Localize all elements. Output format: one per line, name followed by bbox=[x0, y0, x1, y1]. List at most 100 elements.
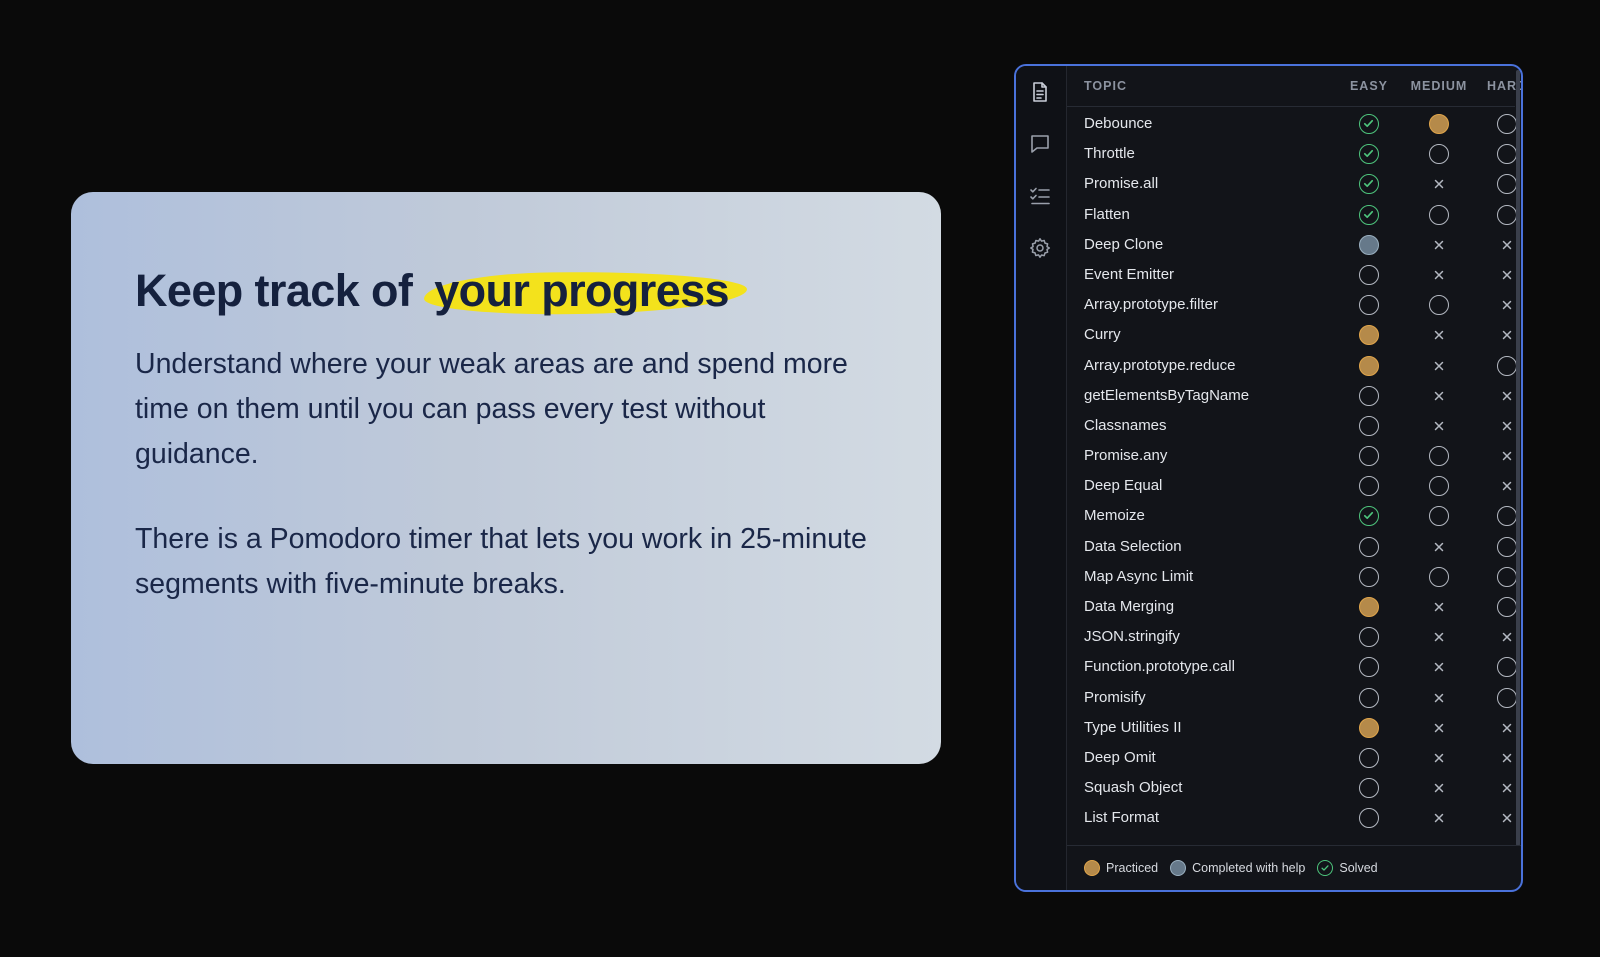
easy-not-started-circle-icon[interactable] bbox=[1359, 566, 1379, 587]
hard-not-started-circle-icon[interactable] bbox=[1497, 536, 1517, 557]
easy-not-started-circle-icon[interactable] bbox=[1359, 415, 1379, 436]
table-row[interactable]: Deep Omit bbox=[1067, 743, 1515, 773]
topic-name[interactable]: Flatten bbox=[1084, 206, 1130, 223]
table-row[interactable]: Event Emitter bbox=[1067, 260, 1515, 290]
topic-name[interactable]: Classnames bbox=[1084, 417, 1167, 434]
easy-practiced-status-icon[interactable] bbox=[1359, 355, 1379, 376]
table-row[interactable]: Deep Equal bbox=[1067, 471, 1515, 501]
medium-not-started-circle-icon[interactable] bbox=[1429, 295, 1449, 316]
easy-practiced-status-icon[interactable] bbox=[1359, 597, 1379, 617]
easy-not-started-circle-icon[interactable] bbox=[1359, 264, 1379, 285]
medium-unavailable-x-icon bbox=[1429, 778, 1449, 798]
easy-not-started-circle-icon[interactable] bbox=[1359, 627, 1379, 648]
topic-name[interactable]: Event Emitter bbox=[1084, 266, 1174, 283]
table-row[interactable]: Throttle bbox=[1067, 139, 1517, 169]
document-icon[interactable] bbox=[1028, 80, 1052, 104]
hard-not-started-circle-icon[interactable] bbox=[1497, 204, 1517, 225]
medium-not-started-circle-icon[interactable] bbox=[1429, 566, 1449, 587]
easy-practiced-status-icon[interactable] bbox=[1359, 717, 1379, 738]
gear-icon[interactable] bbox=[1028, 236, 1052, 260]
topic-name[interactable]: Function.prototype.call bbox=[1084, 658, 1235, 675]
table-row[interactable]: Array.prototype.reduce bbox=[1067, 351, 1517, 381]
easy-solved-check-icon[interactable] bbox=[1359, 506, 1379, 527]
topic-name[interactable]: Deep Clone bbox=[1084, 236, 1163, 253]
hard-not-started-circle-icon[interactable] bbox=[1497, 597, 1517, 617]
table-row[interactable]: Memoize bbox=[1067, 501, 1517, 531]
hard-not-started-circle-icon[interactable] bbox=[1497, 506, 1517, 527]
table-row[interactable]: Data Selection bbox=[1067, 532, 1517, 562]
easy-solved-check-icon[interactable] bbox=[1359, 114, 1379, 134]
table-row[interactable]: Array.prototype.filter bbox=[1067, 290, 1515, 320]
topic-name[interactable]: Curry bbox=[1084, 326, 1121, 343]
checklist-icon[interactable] bbox=[1028, 184, 1052, 208]
topic-name[interactable]: Data Selection bbox=[1084, 538, 1182, 555]
topic-name[interactable]: Promisify bbox=[1084, 689, 1146, 706]
header-easy: EASY bbox=[1349, 79, 1389, 93]
easy-practiced-status-icon[interactable] bbox=[1359, 325, 1379, 346]
easy-not-started-circle-icon[interactable] bbox=[1359, 476, 1379, 497]
table-row[interactable]: Deep Clone bbox=[1067, 230, 1515, 260]
medium-not-started-circle-icon[interactable] bbox=[1429, 144, 1449, 165]
table-row[interactable]: Type Utilities II bbox=[1067, 713, 1515, 743]
medium-not-started-circle-icon[interactable] bbox=[1429, 204, 1449, 225]
easy-solved-check-icon[interactable] bbox=[1359, 174, 1379, 195]
topic-name[interactable]: getElementsByTagName bbox=[1084, 387, 1249, 404]
medium-unavailable-x-icon bbox=[1429, 265, 1449, 285]
topic-name[interactable]: Array.prototype.reduce bbox=[1084, 357, 1235, 374]
topic-name[interactable]: Promise.any bbox=[1084, 447, 1167, 464]
topic-name[interactable]: Deep Omit bbox=[1084, 749, 1156, 766]
topic-name[interactable]: List Format bbox=[1084, 809, 1159, 826]
table-row[interactable]: JSON.stringify bbox=[1067, 622, 1515, 652]
table-row[interactable]: Map Async Limit bbox=[1067, 562, 1517, 592]
topic-name[interactable]: Data Merging bbox=[1084, 598, 1174, 615]
chat-icon[interactable] bbox=[1028, 132, 1052, 156]
easy-not-started-circle-icon[interactable] bbox=[1359, 536, 1379, 557]
hard-not-started-circle-icon[interactable] bbox=[1497, 114, 1517, 134]
table-row[interactable]: Flatten bbox=[1067, 200, 1517, 230]
easy-not-started-circle-icon[interactable] bbox=[1359, 657, 1379, 678]
easy-not-started-circle-icon[interactable] bbox=[1359, 808, 1379, 829]
topic-name[interactable]: Debounce bbox=[1084, 115, 1152, 132]
easy-not-started-circle-icon[interactable] bbox=[1359, 778, 1379, 799]
easy-not-started-circle-icon[interactable] bbox=[1359, 446, 1379, 467]
table-row[interactable]: Curry bbox=[1067, 320, 1515, 350]
hard-not-started-circle-icon[interactable] bbox=[1497, 355, 1517, 376]
topic-name[interactable]: Throttle bbox=[1084, 145, 1135, 162]
hard-not-started-circle-icon[interactable] bbox=[1497, 566, 1517, 587]
topic-name[interactable]: Promise.all bbox=[1084, 175, 1158, 192]
topic-name[interactable]: JSON.stringify bbox=[1084, 628, 1180, 645]
topic-name[interactable]: Type Utilities II bbox=[1084, 719, 1182, 736]
topic-name[interactable]: Squash Object bbox=[1084, 779, 1182, 796]
easy-not-started-circle-icon[interactable] bbox=[1359, 295, 1379, 316]
table-row[interactable]: Function.prototype.call bbox=[1067, 652, 1517, 682]
hard-not-started-circle-icon[interactable] bbox=[1497, 144, 1517, 165]
scrollbar[interactable] bbox=[1516, 70, 1520, 846]
topic-name[interactable]: Memoize bbox=[1084, 507, 1145, 524]
table-row[interactable]: List Format bbox=[1067, 803, 1515, 833]
easy-not-started-circle-icon[interactable] bbox=[1359, 747, 1379, 768]
table-header: TOPIC EASY MEDIUM HARD bbox=[1067, 66, 1521, 107]
topic-name[interactable]: Map Async Limit bbox=[1084, 568, 1193, 585]
table-row[interactable]: getElementsByTagName bbox=[1067, 381, 1515, 411]
table-row[interactable]: Squash Object bbox=[1067, 773, 1515, 803]
table-row[interactable]: Promise.all bbox=[1067, 169, 1517, 199]
table-row[interactable]: Classnames bbox=[1067, 411, 1515, 441]
hard-not-started-circle-icon[interactable] bbox=[1497, 687, 1517, 708]
topic-name[interactable]: Array.prototype.filter bbox=[1084, 296, 1218, 313]
table-row[interactable]: Data Merging bbox=[1067, 592, 1517, 622]
easy-solved-check-icon[interactable] bbox=[1359, 144, 1379, 165]
easy-solved-check-icon[interactable] bbox=[1359, 204, 1379, 225]
medium-not-started-circle-icon[interactable] bbox=[1429, 506, 1449, 527]
easy-not-started-circle-icon[interactable] bbox=[1359, 385, 1379, 406]
hard-not-started-circle-icon[interactable] bbox=[1497, 657, 1517, 678]
easy-not-started-circle-icon[interactable] bbox=[1359, 687, 1379, 708]
hard-not-started-circle-icon[interactable] bbox=[1497, 174, 1517, 195]
medium-not-started-circle-icon[interactable] bbox=[1429, 446, 1449, 467]
medium-practiced-status-icon[interactable] bbox=[1429, 114, 1449, 134]
table-row[interactable]: Debounce bbox=[1067, 109, 1517, 139]
table-row[interactable]: Promisify bbox=[1067, 683, 1517, 713]
topic-name[interactable]: Deep Equal bbox=[1084, 477, 1162, 494]
table-row[interactable]: Promise.any bbox=[1067, 441, 1515, 471]
medium-not-started-circle-icon[interactable] bbox=[1429, 476, 1449, 497]
easy-completed-with-help-status-icon[interactable] bbox=[1359, 234, 1379, 255]
